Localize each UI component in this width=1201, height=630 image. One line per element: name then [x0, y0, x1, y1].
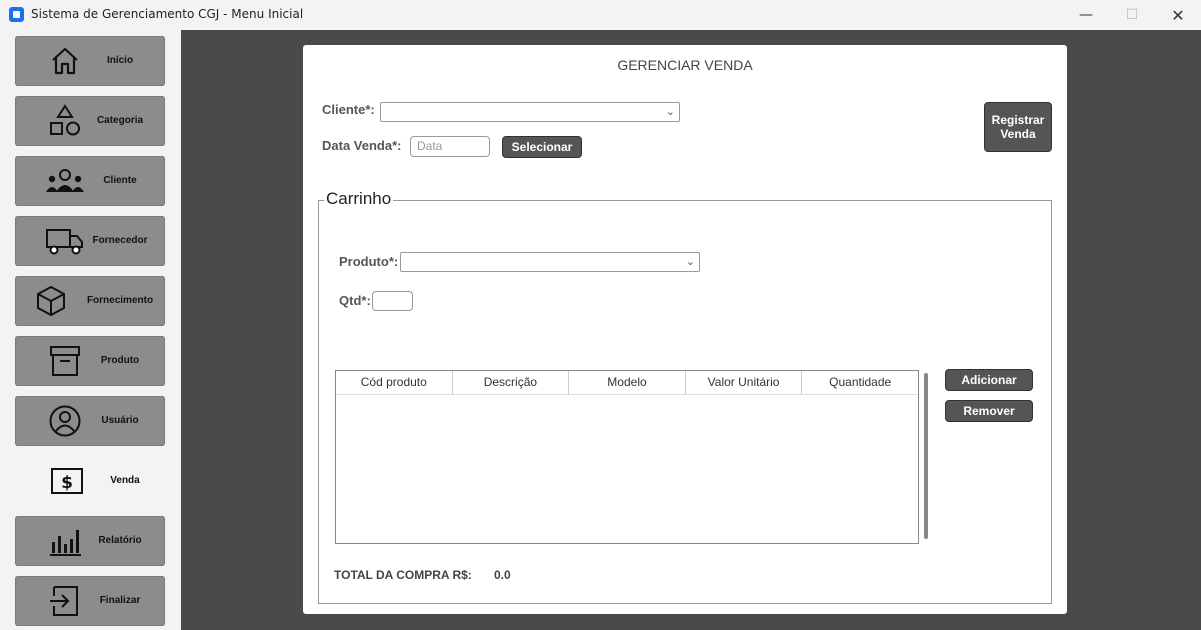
sidebar-item-label: Usuário	[101, 415, 139, 426]
sidebar-item-label: Venda	[110, 475, 140, 486]
qtd-input[interactable]	[372, 291, 413, 311]
minimize-button[interactable]: —	[1063, 0, 1109, 30]
sidebar-item-label: Cliente	[103, 175, 137, 186]
sidebar-item-label: Fornecedor	[92, 235, 148, 246]
sidebar-item-label: Início	[106, 55, 134, 66]
column-header[interactable]: Valor Unitário	[685, 371, 803, 395]
sidebar-item-inicio[interactable]: Início	[15, 36, 165, 86]
svg-text:$: $	[61, 473, 73, 493]
total-label: TOTAL DA COMPRA R$:	[334, 568, 472, 582]
sidebar-item-fornecimento[interactable]: Fornecimento	[15, 276, 165, 326]
column-header[interactable]: Cód produto	[336, 371, 453, 395]
qtd-label: Qtd*:	[339, 293, 371, 308]
remover-button[interactable]: Remover	[945, 400, 1033, 422]
box-icon	[29, 283, 73, 319]
sidebar-item-label: Produto	[100, 355, 140, 366]
sidebar-item-label: Finalizar	[99, 595, 141, 606]
registrar-venda-button[interactable]: Registrar Venda	[984, 102, 1052, 152]
dollar-icon: $	[45, 463, 89, 499]
sidebar-item-categoria[interactable]: Categoria	[15, 96, 165, 146]
cart-table[interactable]: Cód produto Descrição Modelo Valor Unitá…	[335, 370, 919, 544]
table-header: Cód produto Descrição Modelo Valor Unitá…	[336, 371, 918, 395]
cliente-select[interactable]: ⌄	[380, 102, 680, 122]
sidebar-item-cliente[interactable]: Cliente	[15, 156, 165, 206]
adicionar-button[interactable]: Adicionar	[945, 369, 1033, 391]
sidebar-item-finalizar[interactable]: Finalizar	[15, 576, 165, 626]
sidebar-item-fornecedor[interactable]: Fornecedor	[15, 216, 165, 266]
sidebar-item-usuario[interactable]: Usuário	[15, 396, 165, 446]
carrinho-group: Carrinho Produto*: ⌄ Qtd*: Cód produto D…	[318, 189, 1052, 604]
sales-panel: GERENCIAR VENDA Cliente*: ⌄ Data Venda*:…	[303, 45, 1067, 614]
sidebar: Início Categoria Cliente Fornecedor Forn…	[0, 30, 181, 630]
cliente-label: Cliente*:	[322, 102, 375, 117]
column-header[interactable]: Descrição	[452, 371, 570, 395]
produto-label: Produto*:	[339, 254, 399, 269]
data-venda-label: Data Venda*:	[322, 138, 402, 153]
sidebar-item-label: Relatório	[98, 535, 142, 546]
sidebar-item-label: Fornecimento	[86, 295, 154, 306]
chevron-down-icon: ⌄	[685, 255, 695, 268]
column-header[interactable]: Quantidade	[802, 371, 918, 395]
title-bar: Sistema de Gerenciamento CGJ - Menu Inic…	[0, 0, 1201, 30]
sidebar-item-relatorio[interactable]: Relatório	[15, 516, 165, 566]
maximize-button[interactable]: ☐	[1109, 0, 1155, 30]
sidebar-item-venda[interactable]: $ Venda	[15, 456, 165, 506]
table-scrollbar[interactable]	[924, 373, 928, 539]
app-icon	[9, 7, 24, 22]
total-value: 0.0	[494, 568, 511, 582]
produto-select[interactable]: ⌄	[400, 252, 700, 272]
sidebar-item-label: Categoria	[96, 115, 144, 126]
close-button[interactable]: ✕	[1155, 0, 1201, 30]
selecionar-button[interactable]: Selecionar	[502, 136, 582, 158]
data-venda-input[interactable]: Data	[410, 136, 490, 157]
column-header[interactable]: Modelo	[569, 371, 686, 395]
sidebar-item-produto[interactable]: Produto	[15, 336, 165, 386]
carrinho-title: Carrinho	[324, 189, 394, 209]
window-title: Sistema de Gerenciamento CGJ - Menu Inic…	[31, 7, 304, 21]
chevron-down-icon: ⌄	[665, 105, 675, 118]
page-title: GERENCIAR VENDA	[617, 57, 753, 73]
